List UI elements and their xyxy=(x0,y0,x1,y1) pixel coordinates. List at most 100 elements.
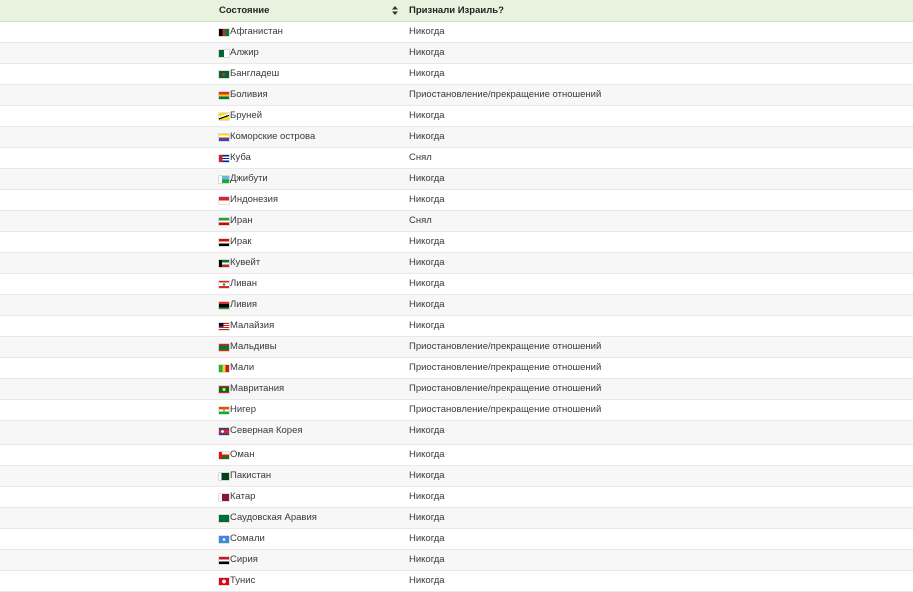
country-cell: Афганистан xyxy=(219,22,283,42)
table-row: Алжир Никогда xyxy=(0,43,913,64)
flag-icon xyxy=(219,280,229,288)
country-name: Джибути xyxy=(230,173,268,184)
flag-icon xyxy=(219,514,229,522)
flag-icon xyxy=(219,301,229,309)
table-row: Пакистан Никогда xyxy=(0,466,913,487)
country-name: Куба xyxy=(230,152,251,163)
flag-icon xyxy=(219,406,229,414)
country-cell: Мавритания xyxy=(219,379,284,399)
flag-icon xyxy=(219,217,229,225)
recognition-status: Никогда xyxy=(409,491,445,502)
country-name: Тунис xyxy=(230,575,256,586)
recognition-status: Никогда xyxy=(409,236,445,247)
recognition-status: Никогда xyxy=(409,320,445,331)
recognition-status: Приостановление/прекращение отношений xyxy=(409,383,602,394)
flag-icon xyxy=(219,49,229,57)
recognition-status: Никогда xyxy=(409,533,445,544)
flag-icon xyxy=(219,112,229,120)
country-cell: Ливия xyxy=(219,295,257,315)
table-row: Индонезия Никогда xyxy=(0,190,913,211)
recognition-status: Никогда xyxy=(409,278,445,289)
country-name: Афганистан xyxy=(230,26,283,37)
flag-icon xyxy=(219,322,229,330)
country-name: Оман xyxy=(230,449,255,460)
recognition-status: Никогда xyxy=(409,554,445,565)
recognition-status: Никогда xyxy=(409,470,445,481)
country-cell: Кувейт xyxy=(219,253,260,273)
country-cell: Мали xyxy=(219,358,254,378)
recognition-status: Приостановление/прекращение отношений xyxy=(409,362,602,373)
country-name: Сирия xyxy=(230,554,258,565)
flag-icon xyxy=(219,472,229,480)
table-row: Афганистан Никогда xyxy=(0,22,913,43)
country-cell: Мальдивы xyxy=(219,337,277,357)
table-row: Ливия Никогда xyxy=(0,295,913,316)
country-cell: Северная Корея xyxy=(219,421,303,441)
recognition-status: Никогда xyxy=(409,512,445,523)
country-name: Индонезия xyxy=(230,194,279,205)
table-header: Состояние Признали Израиль? xyxy=(0,0,913,22)
country-name: Ливан xyxy=(230,278,258,289)
table-row: Куба Снял xyxy=(0,148,913,169)
country-cell: Нигер xyxy=(219,400,256,420)
table-row: Иран Снял xyxy=(0,211,913,232)
country-cell: Сирия xyxy=(219,550,258,570)
recognition-status: Приостановление/прекращение отношений xyxy=(409,341,602,352)
column-header-recognized-israel[interactable]: Признали Израиль? xyxy=(409,0,504,21)
flag-icon xyxy=(219,70,229,78)
country-name: Пакистан xyxy=(230,470,272,481)
country-cell: Куба xyxy=(219,148,251,168)
recognition-status: Никогда xyxy=(409,425,445,436)
countries-table: Состояние Признали Израиль? Афганистан Ни… xyxy=(0,0,913,592)
table-row: Оман Никогда xyxy=(0,445,913,466)
flag-icon xyxy=(219,364,229,372)
recognition-status: Никогда xyxy=(409,47,445,58)
country-name: Нигер xyxy=(230,404,256,415)
country-cell: Алжир xyxy=(219,43,259,63)
table-row: Саудовская Аравия Никогда xyxy=(0,508,913,529)
country-cell: Сомали xyxy=(219,529,265,549)
flag-icon xyxy=(219,493,229,501)
recognition-status: Никогда xyxy=(409,194,445,205)
flag-icon xyxy=(219,28,229,36)
recognition-status: Приостановление/прекращение отношений xyxy=(409,404,602,415)
country-cell: Джибути xyxy=(219,169,268,189)
recognition-status: Никогда xyxy=(409,173,445,184)
country-name: Катар xyxy=(230,491,256,502)
flag-icon xyxy=(219,259,229,267)
recognition-status: Никогда xyxy=(409,110,445,121)
flag-icon xyxy=(219,535,229,543)
table-row: Мальдивы Приостановление/прекращение отно… xyxy=(0,337,913,358)
country-cell: Иран xyxy=(219,211,253,231)
table-row: Северная Корея Никогда xyxy=(0,421,913,445)
table-row: Ирак Никогда xyxy=(0,232,913,253)
country-cell: Оман xyxy=(219,445,254,465)
recognition-status: Никогда xyxy=(409,449,445,460)
country-cell: Ирак xyxy=(219,232,252,252)
country-cell: Саудовская Аравия xyxy=(219,508,317,528)
flag-icon xyxy=(219,427,229,435)
flag-icon xyxy=(219,238,229,246)
recognition-status: Снял xyxy=(409,152,432,163)
country-name: Саудовская Аравия xyxy=(230,512,317,523)
flag-icon xyxy=(219,175,229,183)
country-name: Сомали xyxy=(230,533,265,544)
sort-icon[interactable] xyxy=(391,5,399,16)
table-row: Сирия Никогда xyxy=(0,550,913,571)
flag-icon xyxy=(219,577,229,585)
table-row: Мавритания Приостановление/прекращение от… xyxy=(0,379,913,400)
country-name: Боливия xyxy=(230,89,268,100)
country-cell: Катар xyxy=(219,487,255,507)
table-row: Кувейт Никогда xyxy=(0,253,913,274)
recognition-status: Никогда xyxy=(409,575,445,586)
country-cell: Бангладеш xyxy=(219,64,279,84)
country-name: Ливия xyxy=(230,299,258,310)
flag-icon xyxy=(219,385,229,393)
column-header-state[interactable]: Состояние xyxy=(219,0,269,21)
country-name: Бангладеш xyxy=(230,68,280,79)
country-name: Алжир xyxy=(230,47,259,58)
table-row: Коморские острова Никогда xyxy=(0,127,913,148)
country-name: Коморские острова xyxy=(230,131,316,142)
recognition-status: Никогда xyxy=(409,299,445,310)
country-name: Мали xyxy=(230,362,255,373)
